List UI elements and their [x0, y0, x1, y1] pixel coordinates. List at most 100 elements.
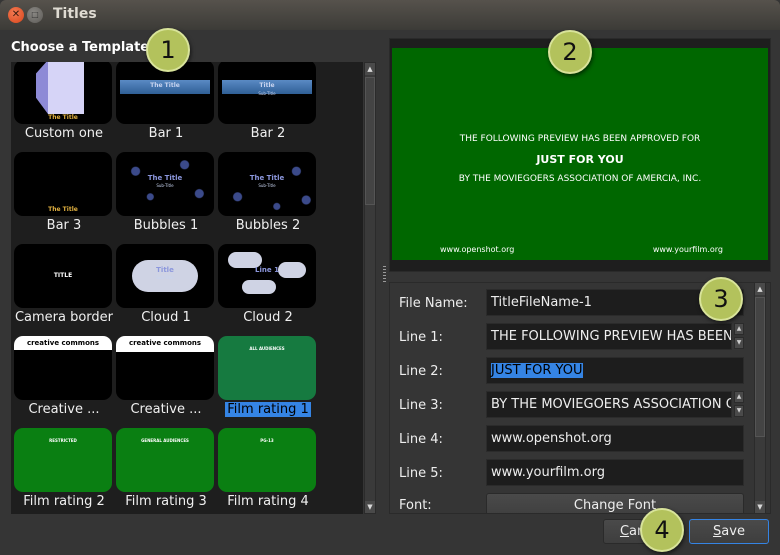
- template-thumbnail: Title Sub-Title: [116, 244, 214, 308]
- close-icon[interactable]: ✕: [8, 7, 24, 23]
- template-thumbnail: The Title: [14, 62, 112, 124]
- template-item[interactable]: PG-13 Film rating 4: [217, 426, 319, 514]
- splitter-handle[interactable]: [383, 266, 386, 282]
- template-label-text: Film rating 1: [225, 402, 311, 417]
- template-label: Creative ...: [13, 402, 115, 417]
- template-thumbnail-text: PG-13: [260, 438, 274, 443]
- maximize-icon[interactable]: □: [27, 7, 43, 23]
- scroll-thumb[interactable]: [755, 297, 765, 437]
- scroll-up-icon[interactable]: ▲: [734, 391, 744, 403]
- template-label: Bubbles 2: [217, 218, 319, 233]
- change-font-button[interactable]: Change Font: [486, 493, 744, 513]
- template-thumbnail-text: TITLE: [53, 272, 73, 279]
- template-item[interactable]: GENERAL AUDIENCES Film rating 3: [115, 426, 217, 514]
- template-thumbnail-text: Title: [259, 82, 275, 89]
- save-button[interactable]: Save: [689, 519, 769, 544]
- line-1-scroll[interactable]: ▲ ▼: [734, 323, 744, 350]
- template-thumbnail: creative commons: [14, 336, 112, 400]
- template-item[interactable]: The Title Bar 3: [13, 150, 115, 242]
- template-item[interactable]: The Title Bar 1: [115, 62, 217, 150]
- template-label-text: Creative ...: [28, 402, 100, 417]
- line-3-input[interactable]: BY THE MOVIEGOERS ASSOCIATION OF AMERCIA…: [486, 391, 732, 418]
- preview-line-4: www.openshot.org: [440, 245, 515, 254]
- template-item[interactable]: RESTRICTED Film rating 2: [13, 426, 115, 514]
- template-thumbnail-text: GENERAL AUDIENCES: [141, 438, 189, 443]
- template-label-text: Bar 3: [46, 218, 82, 233]
- template-thumbnail: TITLE: [14, 244, 112, 308]
- template-item[interactable]: Line 1 Cloud 2: [217, 242, 319, 334]
- template-label-text: Custom one: [24, 126, 104, 141]
- template-thumbnail: Line 1: [218, 244, 316, 308]
- template-label-text: Creative ...: [130, 402, 202, 417]
- line-3-scroll[interactable]: ▲ ▼: [734, 391, 744, 418]
- line-5-input[interactable]: www.yourfilm.org: [486, 459, 744, 486]
- template-thumbnail: GENERAL AUDIENCES: [116, 428, 214, 492]
- template-label: Bar 2: [217, 126, 319, 141]
- scroll-down-icon[interactable]: ▼: [734, 337, 744, 349]
- template-thumbnail-text: Line 1: [255, 266, 279, 274]
- template-thumbnail-text: ALL AUDIENCES: [249, 346, 285, 351]
- template-thumbnail-subtext: Sub-Title: [156, 275, 174, 280]
- callout-1: 1: [146, 28, 190, 72]
- template-item[interactable]: creative commons Creative ...: [13, 334, 115, 426]
- line-5-label: Line 5:: [399, 466, 443, 481]
- template-list-scrollbar[interactable]: ▲ ▼: [364, 62, 376, 514]
- title-preview: THE FOLLOWING PREVIEW HAS BEEN APPROVED …: [392, 48, 768, 260]
- template-item[interactable]: ALL AUDIENCES Film rating 1: [217, 334, 319, 426]
- template-label: Bar 1: [115, 126, 217, 141]
- template-label-text: Camera border: [14, 310, 114, 325]
- template-thumbnail-text: The Title: [150, 82, 180, 89]
- template-label-text: Cloud 1: [141, 310, 191, 325]
- template-label: Camera border: [13, 310, 115, 325]
- template-label-text: Bubbles 1: [133, 218, 199, 233]
- template-item[interactable]: creative commons Creative ...: [115, 334, 217, 426]
- font-label: Font:: [399, 498, 432, 513]
- template-item[interactable]: The Title Sub-Title Bubbles 2: [217, 150, 319, 242]
- template-label-text: Film rating 4: [227, 494, 309, 509]
- callout-4: 4: [640, 508, 684, 552]
- preview-line-3: BY THE MOVIEGOERS ASSOCIATION OF AMERCIA…: [458, 174, 702, 184]
- template-item[interactable]: Title Sub-Title Cloud 1: [115, 242, 217, 334]
- scroll-thumb[interactable]: [365, 77, 375, 205]
- template-label-text: Film rating 3: [125, 494, 207, 509]
- form-scrollbar[interactable]: ▲ ▼: [754, 282, 766, 514]
- line-1-input[interactable]: THE FOLLOWING PREVIEW HAS BEEN APPROVED …: [486, 323, 732, 350]
- line-4-input[interactable]: www.openshot.org: [486, 425, 744, 452]
- template-label: Film rating 4: [217, 494, 319, 509]
- line-2-input[interactable]: JUST FOR YOU: [486, 357, 744, 384]
- template-label-text: Cloud 2: [243, 310, 293, 325]
- template-label: Film rating 3: [115, 494, 217, 509]
- scroll-down-icon[interactable]: ▼: [734, 405, 744, 417]
- template-thumbnail-text: Title: [156, 266, 174, 274]
- template-item[interactable]: The Title Custom one: [13, 62, 115, 150]
- template-item[interactable]: Title Sub-Title Bar 2: [217, 62, 319, 150]
- template-thumbnail-text: The Title: [147, 174, 183, 182]
- template-item[interactable]: The Title Sub-Title Bubbles 1: [115, 150, 217, 242]
- scroll-down-icon[interactable]: ▼: [755, 501, 765, 513]
- scroll-down-icon[interactable]: ▼: [365, 501, 375, 513]
- template-label: Film rating 1: [217, 402, 319, 417]
- window-titlebar: ✕ □ Titles: [0, 0, 780, 30]
- line-1-label: Line 1:: [399, 330, 443, 345]
- template-thumbnail: RESTRICTED: [14, 428, 112, 492]
- template-thumbnail: ALL AUDIENCES: [218, 336, 316, 400]
- scroll-up-icon[interactable]: ▲: [755, 283, 765, 295]
- template-label-text: Bubbles 2: [235, 218, 301, 233]
- template-label-text: Bar 1: [148, 126, 184, 141]
- scroll-up-icon[interactable]: ▲: [365, 63, 375, 75]
- template-label-text: Bar 2: [250, 126, 286, 141]
- template-label-text: Film rating 2: [23, 494, 105, 509]
- preview-line-2: JUST FOR YOU: [536, 153, 624, 166]
- scroll-up-icon[interactable]: ▲: [734, 323, 744, 335]
- template-label: Custom one: [13, 126, 115, 141]
- window-title: Titles: [53, 6, 97, 22]
- template-label: Cloud 2: [217, 310, 319, 325]
- template-item[interactable]: TITLE Camera border: [13, 242, 115, 334]
- template-thumbnail-subtext: Sub-Title: [258, 91, 276, 96]
- file-name-label: File Name:: [399, 296, 468, 311]
- template-label: Creative ...: [115, 402, 217, 417]
- template-thumbnail-subtext: Sub-Title: [258, 183, 276, 188]
- preview-line-1: THE FOLLOWING PREVIEW HAS BEEN APPROVED …: [459, 134, 701, 144]
- template-thumbnail: The Title Sub-Title: [218, 152, 316, 216]
- template-list[interactable]: The Title Custom one The Title Bar 1 Title Su…: [11, 62, 363, 514]
